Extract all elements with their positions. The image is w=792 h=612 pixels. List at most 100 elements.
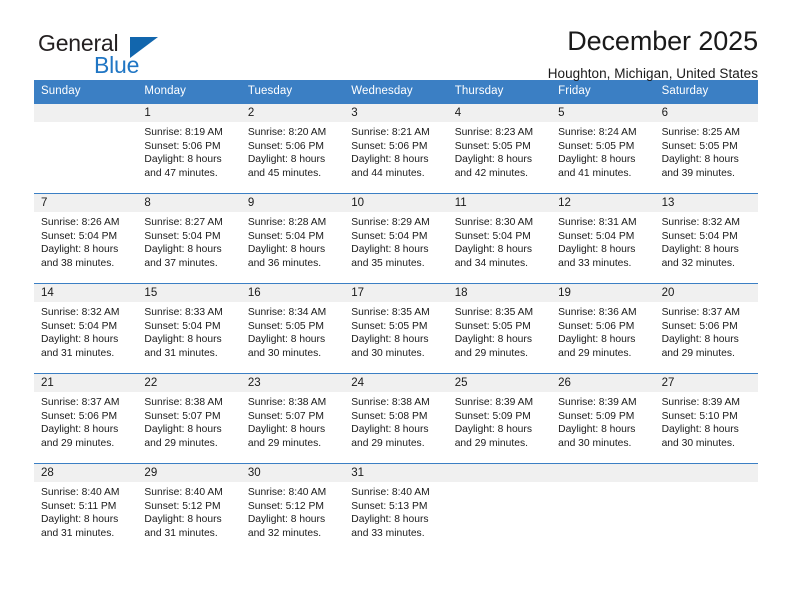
day-sun-info xyxy=(448,482,551,486)
day-sun-info: Sunrise: 8:19 AM Sunset: 5:06 PM Dayligh… xyxy=(144,127,223,179)
day-sun-info: Sunrise: 8:23 AM Sunset: 5:05 PM Dayligh… xyxy=(454,127,534,179)
calendar-week-row: 1 Sunrise: 8:19 AM Sunset: 5:06 PM Daylig… xyxy=(34,103,758,193)
calendar-day-cell[interactable]: 10 Sunrise: 8:29 AM Sunset: 5:04 PM Dayli… xyxy=(344,194,448,283)
day-number: 31 xyxy=(344,464,448,482)
day-sun-info: Sunrise: 8:25 AM Sunset: 5:05 PM Dayligh… xyxy=(661,127,740,179)
calendar-day-cell[interactable]: 14 Sunrise: 8:32 AM Sunset: 5:04 PM Dayli… xyxy=(34,284,138,373)
calendar-day-cell[interactable]: 18 Sunrise: 8:35 AM Sunset: 5:05 PM Dayli… xyxy=(447,284,552,373)
day-number: 30 xyxy=(240,464,345,482)
day-sun-info: Sunrise: 8:38 AM Sunset: 5:07 PM Dayligh… xyxy=(144,397,223,449)
day-sun-info: Sunrise: 8:29 AM Sunset: 5:04 PM Dayligh… xyxy=(351,217,430,269)
calendar-week-row: 14 Sunrise: 8:32 AM Sunset: 5:04 PM Dayli… xyxy=(34,283,758,373)
calendar-day-cell[interactable]: 11 Sunrise: 8:30 AM Sunset: 5:04 PM Dayli… xyxy=(447,194,552,283)
day-sun-info: Sunrise: 8:40 AM Sunset: 5:11 PM Dayligh… xyxy=(41,487,120,539)
calendar-day-cell[interactable]: 29 Sunrise: 8:40 AM Sunset: 5:12 PM Dayli… xyxy=(137,464,241,553)
day-number: 28 xyxy=(34,464,138,482)
day-number: 6 xyxy=(654,104,758,122)
calendar-day-cell[interactable]: 28 Sunrise: 8:40 AM Sunset: 5:11 PM Dayli… xyxy=(34,464,138,553)
calendar-day-cell[interactable] xyxy=(551,464,655,553)
day-sun-info: Sunrise: 8:20 AM Sunset: 5:06 PM Dayligh… xyxy=(247,127,327,179)
day-sun-info: Sunrise: 8:40 AM Sunset: 5:12 PM Dayligh… xyxy=(144,487,223,539)
calendar-day-cell[interactable]: 31 Sunrise: 8:40 AM Sunset: 5:13 PM Dayli… xyxy=(344,464,448,553)
weekday-header-sunday: Sunday xyxy=(41,85,81,97)
day-sun-info: Sunrise: 8:28 AM Sunset: 5:04 PM Dayligh… xyxy=(247,217,327,269)
day-sun-info: Sunrise: 8:32 AM Sunset: 5:04 PM Dayligh… xyxy=(41,307,120,359)
day-sun-info: Sunrise: 8:21 AM Sunset: 5:06 PM Dayligh… xyxy=(351,127,430,179)
calendar-day-cell[interactable]: 24 Sunrise: 8:38 AM Sunset: 5:08 PM Dayli… xyxy=(344,374,448,463)
day-sun-info: Sunrise: 8:39 AM Sunset: 5:10 PM Dayligh… xyxy=(661,397,740,449)
day-number: 13 xyxy=(654,194,758,212)
day-number: 29 xyxy=(137,464,241,482)
calendar-day-cell[interactable]: 27 Sunrise: 8:39 AM Sunset: 5:10 PM Dayli… xyxy=(654,374,758,463)
calendar-day-cell[interactable]: 16 Sunrise: 8:34 AM Sunset: 5:05 PM Dayli… xyxy=(240,284,345,373)
day-number: 1 xyxy=(137,104,241,122)
weekday-header-friday: Friday xyxy=(558,85,591,97)
calendar-day-cell[interactable] xyxy=(447,464,552,553)
day-number: 10 xyxy=(344,194,448,212)
day-number: 5 xyxy=(551,104,655,122)
day-sun-info: Sunrise: 8:39 AM Sunset: 5:09 PM Dayligh… xyxy=(558,397,637,449)
day-sun-info: Sunrise: 8:38 AM Sunset: 5:08 PM Dayligh… xyxy=(351,397,430,449)
calendar-day-cell[interactable]: 9 Sunrise: 8:28 AM Sunset: 5:04 PM Daylig… xyxy=(240,194,345,283)
day-number: 7 xyxy=(34,194,138,212)
calendar-day-cell[interactable] xyxy=(654,464,758,553)
calendar-day-cell[interactable] xyxy=(34,104,138,193)
day-number: 24 xyxy=(344,374,448,392)
calendar-day-cell[interactable]: 13 Sunrise: 8:32 AM Sunset: 5:04 PM Dayli… xyxy=(654,194,758,283)
day-sun-info: Sunrise: 8:40 AM Sunset: 5:13 PM Dayligh… xyxy=(351,487,430,539)
calendar-day-cell[interactable]: 3 Sunrise: 8:21 AM Sunset: 5:06 PM Daylig… xyxy=(344,104,448,193)
calendar-day-cell[interactable]: 12 Sunrise: 8:31 AM Sunset: 5:04 PM Dayli… xyxy=(551,194,655,283)
day-number: 17 xyxy=(344,284,448,302)
day-sun-info: Sunrise: 8:27 AM Sunset: 5:04 PM Dayligh… xyxy=(144,217,223,269)
day-sun-info xyxy=(655,482,758,486)
calendar-day-cell[interactable]: 17 Sunrise: 8:35 AM Sunset: 5:05 PM Dayli… xyxy=(344,284,448,373)
day-sun-info: Sunrise: 8:37 AM Sunset: 5:06 PM Dayligh… xyxy=(661,307,740,359)
day-sun-info: Sunrise: 8:39 AM Sunset: 5:09 PM Dayligh… xyxy=(454,397,534,449)
day-number: 11 xyxy=(447,194,552,212)
calendar-day-cell[interactable]: 15 Sunrise: 8:33 AM Sunset: 5:04 PM Dayli… xyxy=(137,284,241,373)
general-blue-logo[interactable]: General Blue xyxy=(34,26,234,82)
page-header: General Blue December 2025 Houghton, Mic… xyxy=(34,0,758,81)
day-number xyxy=(551,464,655,482)
calendar-day-cell[interactable]: 20 Sunrise: 8:37 AM Sunset: 5:06 PM Dayli… xyxy=(654,284,758,373)
day-number: 2 xyxy=(240,104,345,122)
title-block: December 2025 Houghton, Michigan, United… xyxy=(548,26,758,81)
calendar-day-cell[interactable]: 21 Sunrise: 8:37 AM Sunset: 5:06 PM Dayli… xyxy=(34,374,138,463)
day-sun-info: Sunrise: 8:24 AM Sunset: 5:05 PM Dayligh… xyxy=(558,127,637,179)
day-number: 14 xyxy=(34,284,138,302)
day-sun-info xyxy=(34,122,137,126)
day-number: 26 xyxy=(551,374,655,392)
calendar-day-cell[interactable]: 25 Sunrise: 8:39 AM Sunset: 5:09 PM Dayli… xyxy=(447,374,552,463)
calendar-day-cell[interactable]: 22 Sunrise: 8:38 AM Sunset: 5:07 PM Dayli… xyxy=(137,374,241,463)
calendar-day-cell[interactable]: 2 Sunrise: 8:20 AM Sunset: 5:06 PM Daylig… xyxy=(240,104,345,193)
day-number: 3 xyxy=(344,104,448,122)
weekday-header-row: Sunday Monday Tuesday Wednesday Thursday… xyxy=(34,80,758,103)
calendar-day-cell[interactable]: 26 Sunrise: 8:39 AM Sunset: 5:09 PM Dayli… xyxy=(551,374,655,463)
day-number: 22 xyxy=(137,374,241,392)
day-sun-info: Sunrise: 8:38 AM Sunset: 5:07 PM Dayligh… xyxy=(247,397,327,449)
day-sun-info: Sunrise: 8:40 AM Sunset: 5:12 PM Dayligh… xyxy=(247,487,327,539)
weekday-header-tuesday: Tuesday xyxy=(247,85,293,97)
day-number: 21 xyxy=(34,374,138,392)
calendar-day-cell[interactable]: 30 Sunrise: 8:40 AM Sunset: 5:12 PM Dayli… xyxy=(240,464,345,553)
day-number: 27 xyxy=(654,374,758,392)
day-number xyxy=(654,464,758,482)
day-number: 9 xyxy=(240,194,345,212)
calendar-day-cell[interactable]: 19 Sunrise: 8:36 AM Sunset: 5:06 PM Dayli… xyxy=(551,284,655,373)
day-sun-info: Sunrise: 8:37 AM Sunset: 5:06 PM Dayligh… xyxy=(41,397,120,449)
calendar-day-cell[interactable]: 23 Sunrise: 8:38 AM Sunset: 5:07 PM Dayli… xyxy=(240,374,345,463)
calendar-day-cell[interactable]: 4 Sunrise: 8:23 AM Sunset: 5:05 PM Daylig… xyxy=(447,104,552,193)
day-sun-info: Sunrise: 8:35 AM Sunset: 5:05 PM Dayligh… xyxy=(351,307,430,359)
calendar-day-cell[interactable]: 1 Sunrise: 8:19 AM Sunset: 5:06 PM Daylig… xyxy=(137,104,241,193)
page-title: December 2025 xyxy=(567,26,758,56)
logo-text-blue: Blue xyxy=(94,52,140,78)
calendar-week-row: 7 Sunrise: 8:26 AM Sunset: 5:04 PM Daylig… xyxy=(34,193,758,283)
calendar-day-cell[interactable]: 5 Sunrise: 8:24 AM Sunset: 5:05 PM Daylig… xyxy=(551,104,655,193)
calendar-day-cell[interactable]: 7 Sunrise: 8:26 AM Sunset: 5:04 PM Daylig… xyxy=(34,194,138,283)
day-sun-info: Sunrise: 8:34 AM Sunset: 5:05 PM Dayligh… xyxy=(247,307,327,359)
calendar-day-cell[interactable]: 6 Sunrise: 8:25 AM Sunset: 5:05 PM Daylig… xyxy=(654,104,758,193)
weekday-header-saturday: Saturday xyxy=(661,85,709,97)
calendar-day-cell[interactable]: 8 Sunrise: 8:27 AM Sunset: 5:04 PM Daylig… xyxy=(137,194,241,283)
location-subtitle: Houghton, Michigan, United States xyxy=(547,66,758,82)
weekday-header-thursday: Thursday xyxy=(454,85,504,97)
